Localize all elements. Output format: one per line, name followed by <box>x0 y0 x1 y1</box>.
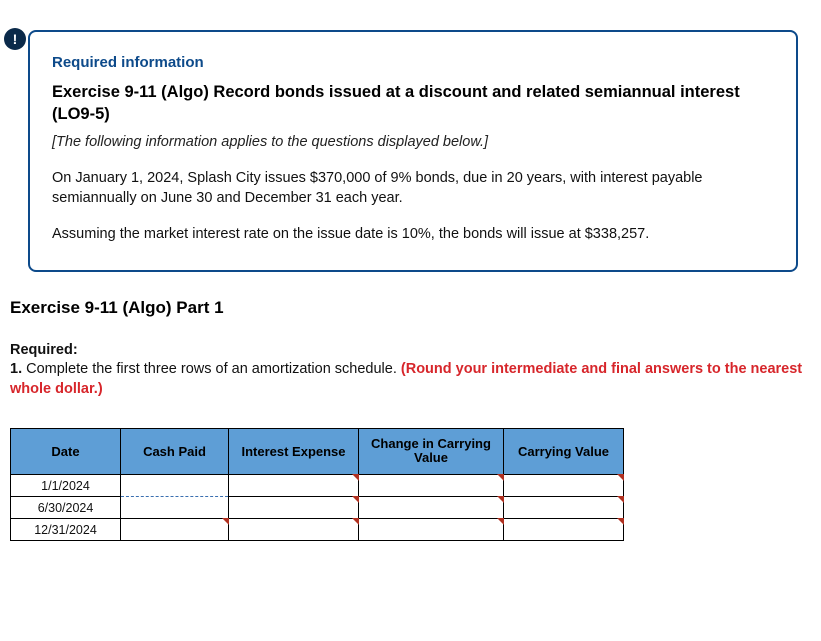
part-heading: Exercise 9-11 (Algo) Part 1 <box>10 298 811 318</box>
interest-expense-cell[interactable] <box>229 519 359 541</box>
carrying-value-cell[interactable] <box>504 475 624 497</box>
required-label: Required: <box>10 342 811 358</box>
scenario-paragraph-2: Assuming the market interest rate on the… <box>52 224 774 244</box>
interest-expense-cell[interactable] <box>229 475 359 497</box>
applies-note: [The following information applies to th… <box>52 134 774 150</box>
col-header-date: Date <box>11 428 121 475</box>
table-header-row: Date Cash Paid Interest Expense Change i… <box>11 428 624 475</box>
dropdown-tick-icon <box>617 518 624 525</box>
amortization-table: Date Cash Paid Interest Expense Change i… <box>10 428 624 542</box>
col-header-interest: Interest Expense <box>229 428 359 475</box>
required-information-panel: Required information Exercise 9-11 (Algo… <box>28 30 798 272</box>
date-cell: 12/31/2024 <box>11 519 121 541</box>
table-row: 1/1/2024 <box>11 475 624 497</box>
change-carrying-cell[interactable] <box>359 519 504 541</box>
col-header-change: Change in Carrying Value <box>359 428 504 475</box>
alert-icon-char: ! <box>13 31 18 47</box>
required-line-text: Complete the first three rows of an amor… <box>26 361 401 377</box>
col-header-cash: Cash Paid <box>121 428 229 475</box>
table-row: 6/30/2024 <box>11 497 624 519</box>
date-cell: 1/1/2024 <box>11 475 121 497</box>
cash-paid-cell-disabled <box>121 475 229 497</box>
dropdown-tick-icon <box>617 474 624 481</box>
scenario-paragraph-1: On January 1, 2024, Splash City issues $… <box>52 168 774 209</box>
col-header-carrying: Carrying Value <box>504 428 624 475</box>
carrying-value-cell[interactable] <box>504 497 624 519</box>
required-information-heading: Required information <box>52 54 774 71</box>
change-carrying-cell[interactable] <box>359 497 504 519</box>
required-instruction: 1. Complete the first three rows of an a… <box>10 360 811 399</box>
table-row: 12/31/2024 <box>11 519 624 541</box>
cash-paid-cell[interactable] <box>121 519 229 541</box>
date-cell: 6/30/2024 <box>11 497 121 519</box>
required-block: Required: 1. Complete the first three ro… <box>10 342 811 399</box>
dropdown-tick-icon <box>617 496 624 503</box>
exercise-title: Exercise 9-11 (Algo) Record bonds issued… <box>52 81 774 126</box>
carrying-value-cell[interactable] <box>504 519 624 541</box>
required-line-number: 1. <box>10 361 26 377</box>
change-carrying-cell[interactable] <box>359 475 504 497</box>
alert-icon: ! <box>4 28 26 50</box>
interest-expense-cell[interactable] <box>229 497 359 519</box>
cash-paid-cell-disabled <box>121 497 229 519</box>
